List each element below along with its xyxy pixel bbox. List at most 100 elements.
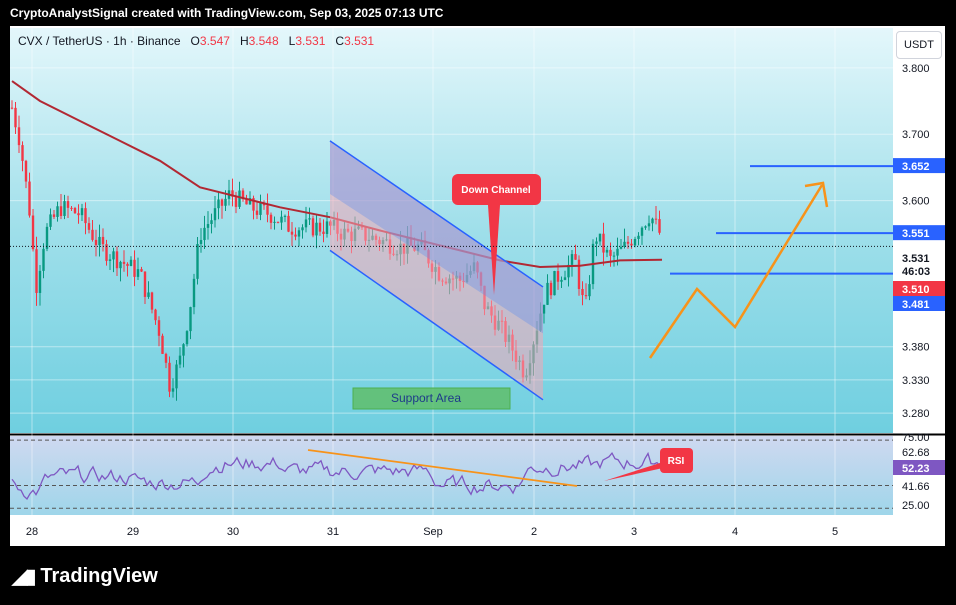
candle-body <box>273 221 276 223</box>
candle-body <box>553 271 556 296</box>
candle-body <box>308 218 311 220</box>
candle-body <box>122 261 126 264</box>
candle-body <box>129 259 133 266</box>
candle-body <box>651 218 654 224</box>
symbol-name: CVX / TetherUS · 1h · Binance <box>18 34 181 48</box>
candle-body <box>658 219 661 233</box>
candle-body <box>70 207 73 209</box>
candle-body <box>199 240 203 244</box>
candle-body <box>220 199 224 206</box>
price-tick-label: 3.800 <box>902 63 930 75</box>
candle-body <box>630 243 633 246</box>
candle-body <box>98 236 101 246</box>
candle-body <box>318 222 322 232</box>
price-tick-label: 3.280 <box>902 408 930 420</box>
price-axis-label: 3.481 <box>902 299 930 311</box>
close-label: C <box>335 34 345 48</box>
price-tick-label: 3.600 <box>902 196 930 208</box>
chart-svg[interactable]: 28 29 30 31 Sep 2 3 4 53.8003.7003.6003.3803.330… <box>0 0 956 605</box>
low-value: 3.531 <box>295 34 326 48</box>
candle-body <box>598 233 602 242</box>
time-axis-area <box>10 515 945 546</box>
candle-body <box>238 190 241 207</box>
candle-body <box>196 243 199 279</box>
candle-body <box>276 221 280 223</box>
candle-body <box>147 292 150 297</box>
candle-body <box>171 388 175 392</box>
candle-body <box>297 230 301 237</box>
open-label: O <box>190 34 200 48</box>
candle-body <box>266 205 269 215</box>
candle-body <box>301 227 304 231</box>
candle-body <box>280 216 283 223</box>
candle-body <box>644 226 647 228</box>
candle-body <box>619 246 623 249</box>
candle-body <box>80 208 84 216</box>
candle-body <box>66 201 70 208</box>
candle-body <box>602 233 605 253</box>
candle-body <box>654 218 658 220</box>
candle-body <box>206 224 210 228</box>
down-channel-label: Down Channel <box>461 185 531 196</box>
candle-body <box>616 248 619 256</box>
candle-body <box>49 214 52 227</box>
candle-body <box>21 145 24 161</box>
close-value: 3.531 <box>344 34 375 48</box>
candle-body <box>63 201 66 216</box>
candle-body <box>56 206 59 217</box>
candle-body <box>115 251 119 269</box>
candle-body <box>588 284 591 297</box>
candle-body <box>143 271 147 297</box>
price-tick-label: 3.380 <box>902 342 930 354</box>
candle-body <box>91 229 94 240</box>
tradingview-logo[interactable]: ◢▮ TradingView <box>12 564 158 589</box>
price-axis-label: 3.652 <box>902 161 930 173</box>
candle-body <box>577 259 581 289</box>
candle-body <box>294 234 297 237</box>
candle-body <box>189 307 192 332</box>
candle-body <box>210 220 213 225</box>
tradingview-logo-icon: ◢▮ <box>12 566 36 588</box>
candle-body <box>168 362 171 392</box>
candle-body <box>154 309 157 321</box>
candle-body <box>315 222 318 236</box>
candle-body <box>542 304 546 314</box>
rsi-tick-label: 75.00 <box>902 432 930 444</box>
candle-body <box>605 249 609 253</box>
candle-body <box>283 215 287 217</box>
candle-body <box>633 238 637 246</box>
candle-body <box>84 208 87 224</box>
candle-body <box>290 231 294 235</box>
candle-body <box>38 270 42 293</box>
candle-body <box>626 241 630 244</box>
high-label: H <box>239 34 249 48</box>
candle-body <box>133 259 136 277</box>
candle-body <box>609 249 612 256</box>
candle-body <box>59 206 63 216</box>
candle-body <box>164 353 168 363</box>
candle-body <box>311 218 315 236</box>
rsi-tick-label: 62.68 <box>902 447 930 459</box>
currency-button[interactable]: USDT <box>896 31 942 59</box>
candle-body <box>31 215 35 250</box>
candle-body <box>94 239 98 246</box>
candle-body <box>647 223 651 227</box>
candle-body <box>35 249 38 293</box>
candle-body <box>637 235 640 239</box>
candle-body <box>234 196 238 207</box>
candle-body <box>224 198 227 206</box>
candle-body <box>322 231 325 234</box>
candle-body <box>87 223 91 230</box>
candle-body <box>140 269 143 272</box>
candle-body <box>259 202 262 215</box>
candle-body <box>563 277 567 280</box>
candle-body <box>640 227 644 236</box>
tradingview-brand: TradingView <box>40 565 158 587</box>
candle-body <box>112 251 115 260</box>
candle-body <box>14 107 17 128</box>
candle-body <box>192 278 196 308</box>
rsi-current-value: 52.23 <box>902 463 930 475</box>
candle-body <box>574 254 577 260</box>
candle-body <box>203 227 206 241</box>
candle-body <box>73 208 77 214</box>
